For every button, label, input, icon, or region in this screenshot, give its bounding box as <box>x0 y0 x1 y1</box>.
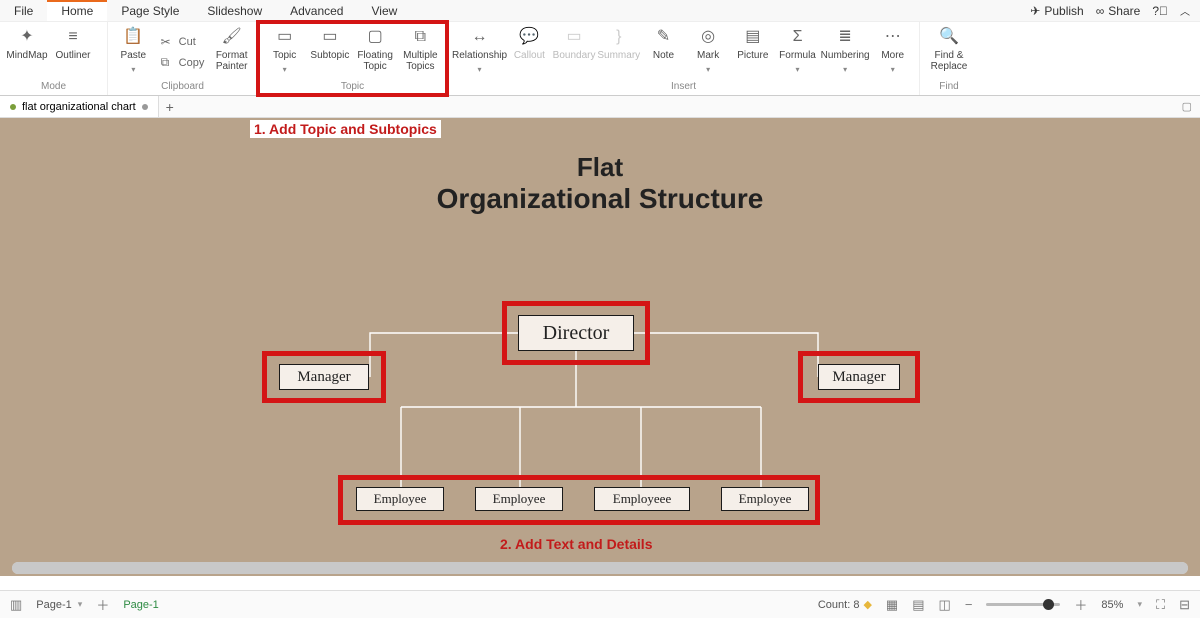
multiple-topics-button[interactable]: ⧉Multiple Topics <box>398 25 443 81</box>
page-selector[interactable]: Page-1▾ <box>36 599 82 611</box>
node-manager-left[interactable]: Manager <box>279 364 369 390</box>
unsaved-indicator <box>142 104 148 110</box>
doc-tab-name: flat organizational chart <box>22 101 136 113</box>
callout-button: 💬Callout <box>507 25 552 81</box>
document-tabs: flat organizational chart + ▢ <box>0 96 1200 118</box>
annotation-2: 2. Add Text and Details <box>500 536 652 552</box>
paste-icon: 📋 <box>123 27 143 47</box>
tab-menu-icon[interactable]: ▢ <box>1182 100 1200 113</box>
outliner-button[interactable]: ≡Outliner <box>50 25 96 81</box>
share-icon: ∞ <box>1096 4 1105 18</box>
page-active[interactable]: Page-1 <box>123 599 158 611</box>
group-label-find: Find <box>924 81 974 95</box>
cut-icon: ✂ <box>161 35 175 49</box>
subtopic-button[interactable]: ▭Subtopic <box>307 25 352 81</box>
node-manager-right[interactable]: Manager <box>818 364 900 390</box>
formula-button[interactable]: ΣFormula▾ <box>775 25 820 81</box>
topic-button[interactable]: ▭Topic▾ <box>262 25 307 81</box>
menu-slideshow[interactable]: Slideshow <box>193 0 276 21</box>
zoom-slider[interactable] <box>986 603 1060 606</box>
mark-button[interactable]: ◎Mark▾ <box>686 25 731 81</box>
horizontal-scrollbar[interactable] <box>12 562 1188 574</box>
menu-advanced[interactable]: Advanced <box>276 0 357 21</box>
floating-topic-button[interactable]: ▢Floating Topic <box>353 25 398 81</box>
node-director[interactable]: Director <box>518 315 634 351</box>
formula-icon: Σ <box>793 27 803 47</box>
note-button[interactable]: ✎Note <box>641 25 686 81</box>
fit-page-icon[interactable]: ◫ <box>939 597 951 613</box>
menu-page-style[interactable]: Page Style <box>107 0 193 21</box>
doc-type-icon <box>10 104 16 110</box>
view-mode-2-icon[interactable]: ▤ <box>912 597 924 613</box>
summary-button: }Summary <box>596 25 641 81</box>
numbering-icon: ≣ <box>838 27 851 47</box>
group-label-insert: Insert <box>452 81 915 95</box>
callout-icon: 💬 <box>519 27 539 47</box>
zoom-level: 85% <box>1101 599 1123 611</box>
copy-icon: ⧉ <box>161 55 175 70</box>
cut-button[interactable]: ✂Cut <box>161 35 205 49</box>
format-painter-button[interactable]: 🖌Format Painter <box>210 25 253 81</box>
annotation-1: 1. Add Topic and Subtopics <box>250 120 441 138</box>
note-icon: ✎ <box>657 27 670 47</box>
chart-title: Flat Organizational Structure <box>0 152 1200 215</box>
fullscreen-icon[interactable]: ⛶ <box>1156 597 1165 613</box>
document-tab[interactable]: flat organizational chart <box>0 96 159 117</box>
outliner-icon: ≡ <box>68 27 77 47</box>
collapse-icon[interactable]: ⊟ <box>1179 597 1190 613</box>
more-icon: ⋯ <box>885 27 901 47</box>
count-indicator: Count: 8◆ <box>818 598 872 611</box>
canvas[interactable]: 1. Add Topic and Subtopics Flat Organiza… <box>0 118 1200 576</box>
share-button[interactable]: ∞Share <box>1096 4 1141 18</box>
mindmap-button[interactable]: ✦MindMap <box>4 25 50 81</box>
zoom-caret[interactable]: ▾ <box>1137 599 1142 610</box>
multiple-topics-icon: ⧉ <box>415 27 426 47</box>
node-employee-4[interactable]: Employee <box>721 487 809 511</box>
relationship-button[interactable]: ↔Relationship▾ <box>452 25 507 81</box>
search-icon: 🔍 <box>939 27 959 47</box>
view-mode-1-icon[interactable]: ▦ <box>886 597 898 613</box>
boundary-icon: ▭ <box>567 27 582 47</box>
pages-panel-icon[interactable]: ▥ <box>10 597 22 613</box>
mindmap-icon: ✦ <box>20 27 33 47</box>
mark-icon: ◎ <box>701 27 715 47</box>
menu-home[interactable]: Home <box>47 0 107 21</box>
group-label-topic: Topic <box>262 81 443 95</box>
find-replace-button[interactable]: 🔍Find & Replace <box>924 25 974 81</box>
status-bar: ▥ Page-1▾ ＋ Page-1 Count: 8◆ ▦ ▤ ◫ − ＋ 8… <box>0 590 1200 618</box>
chevron-up-icon[interactable]: ︿ <box>1180 3 1190 18</box>
node-employee-3[interactable]: Employeee <box>594 487 690 511</box>
group-label-mode: Mode <box>4 81 103 95</box>
group-label-clipboard: Clipboard <box>112 81 253 95</box>
zoom-in-button[interactable]: ＋ <box>1074 595 1087 614</box>
relationship-icon: ↔ <box>472 27 488 47</box>
format-painter-icon: 🖌 <box>222 27 242 47</box>
menu-file[interactable]: File <box>0 0 47 21</box>
add-tab-button[interactable]: + <box>159 99 181 115</box>
picture-button[interactable]: ▤Picture <box>730 25 775 81</box>
add-page-button[interactable]: ＋ <box>96 595 109 614</box>
floating-topic-icon: ▢ <box>368 27 383 47</box>
node-employee-2[interactable]: Employee <box>475 487 563 511</box>
node-employee-1[interactable]: Employee <box>356 487 444 511</box>
zoom-out-button[interactable]: − <box>965 597 973 612</box>
picture-icon: ▤ <box>745 27 760 47</box>
menu-view[interactable]: View <box>357 0 411 21</box>
menu-bar: File Home Page Style Slideshow Advanced … <box>0 0 1200 22</box>
numbering-button[interactable]: ≣Numbering▾ <box>820 25 871 81</box>
paste-button[interactable]: 📋Paste▾ <box>112 25 155 81</box>
help-icon[interactable]: ?⃝ <box>1152 4 1168 18</box>
send-icon: ✈ <box>1030 4 1040 18</box>
more-button[interactable]: ⋯More▾ <box>870 25 915 81</box>
ribbon: ✦MindMap ≡Outliner Mode 📋Paste▾ ✂Cut ⧉Co… <box>0 22 1200 96</box>
summary-icon: } <box>616 27 621 47</box>
copy-button[interactable]: ⧉Copy <box>161 55 205 70</box>
publish-button[interactable]: ✈Publish <box>1030 4 1083 18</box>
subtopic-icon: ▭ <box>322 27 337 47</box>
topic-icon: ▭ <box>277 27 292 47</box>
boundary-button: ▭Boundary <box>552 25 597 81</box>
